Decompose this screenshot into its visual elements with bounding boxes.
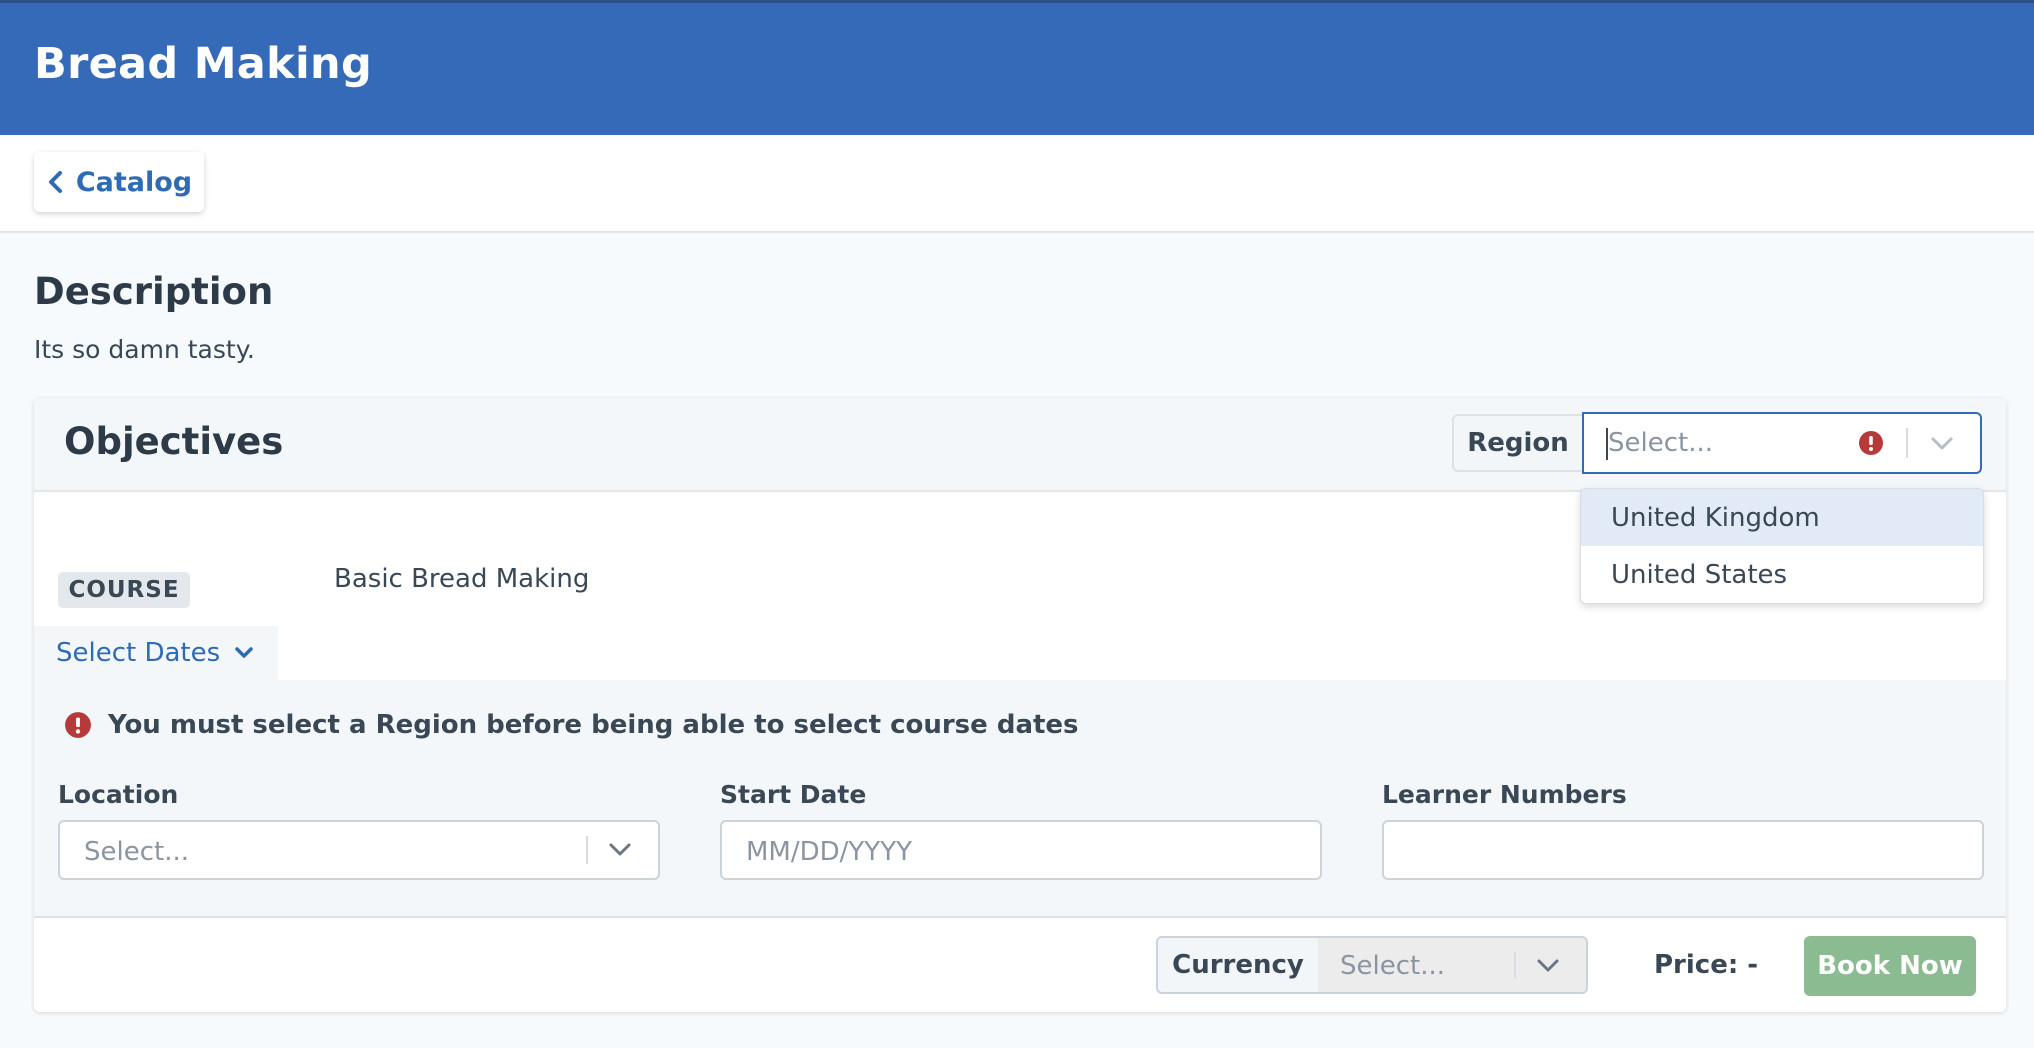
select-dates-label: Select Dates [56, 638, 221, 668]
start-date-placeholder: MM/DD/YYYY [746, 837, 912, 867]
course-name: Basic Bread Making [334, 564, 590, 594]
region-dropdown-menu: United Kingdom United States [1580, 488, 1984, 604]
currency-label: Currency [1156, 936, 1318, 994]
chevron-down-icon [235, 647, 253, 658]
location-select[interactable]: Select... [58, 820, 660, 880]
objectives-title: Objectives [64, 420, 284, 463]
chevron-left-icon [48, 171, 62, 193]
select-dates-toggle[interactable]: Select Dates [34, 626, 278, 680]
region-placeholder: Select... [1608, 428, 1714, 458]
chevron-down-icon[interactable] [1536, 958, 1560, 974]
price-text: Price: - [1654, 950, 1759, 980]
location-placeholder: Select... [84, 837, 190, 867]
objectives-header: Objectives Region Select... [34, 398, 2006, 492]
chevron-down-icon[interactable] [1930, 436, 1954, 452]
start-date-label: Start Date [720, 780, 867, 809]
select-separator [586, 836, 588, 864]
booking-footer: Currency Select... Price: - Book Now [34, 916, 2006, 1012]
select-separator [1514, 952, 1516, 978]
description-text: Its so damn tasty. [34, 335, 255, 364]
region-option-united-kingdom[interactable]: United Kingdom [1581, 489, 1983, 546]
chevron-down-icon[interactable] [608, 842, 632, 858]
region-label: Region [1452, 414, 1582, 472]
book-now-button[interactable]: Book Now [1804, 936, 1976, 996]
course-badge: COURSE [58, 572, 190, 608]
learner-numbers-label: Learner Numbers [1382, 780, 1627, 809]
learner-numbers-input[interactable] [1382, 820, 1984, 880]
start-date-input[interactable]: MM/DD/YYYY [720, 820, 1322, 880]
error-icon [1859, 431, 1883, 455]
catalog-back-button[interactable]: Catalog [34, 152, 204, 212]
error-icon [65, 712, 91, 738]
select-separator [1906, 428, 1908, 458]
currency-select[interactable]: Select... [1318, 936, 1588, 994]
page-title: Bread Making [34, 39, 373, 89]
location-label: Location [58, 780, 179, 809]
catalog-back-label: Catalog [75, 166, 193, 198]
region-warning: You must select a Region before being ab… [64, 710, 1079, 740]
top-header: Bread Making [0, 0, 2034, 135]
select-dates-panel: You must select a Region before being ab… [34, 680, 2006, 918]
description-heading: Description [34, 270, 274, 313]
region-warning-text: You must select a Region before being ab… [108, 710, 1079, 740]
nav-bar: Catalog [0, 135, 2034, 233]
region-select[interactable]: Select... [1582, 412, 1982, 474]
currency-placeholder: Select... [1340, 951, 1446, 981]
objectives-card: Objectives Region Select... United Kingd… [34, 398, 2006, 1012]
region-option-united-states[interactable]: United States [1581, 546, 1983, 603]
